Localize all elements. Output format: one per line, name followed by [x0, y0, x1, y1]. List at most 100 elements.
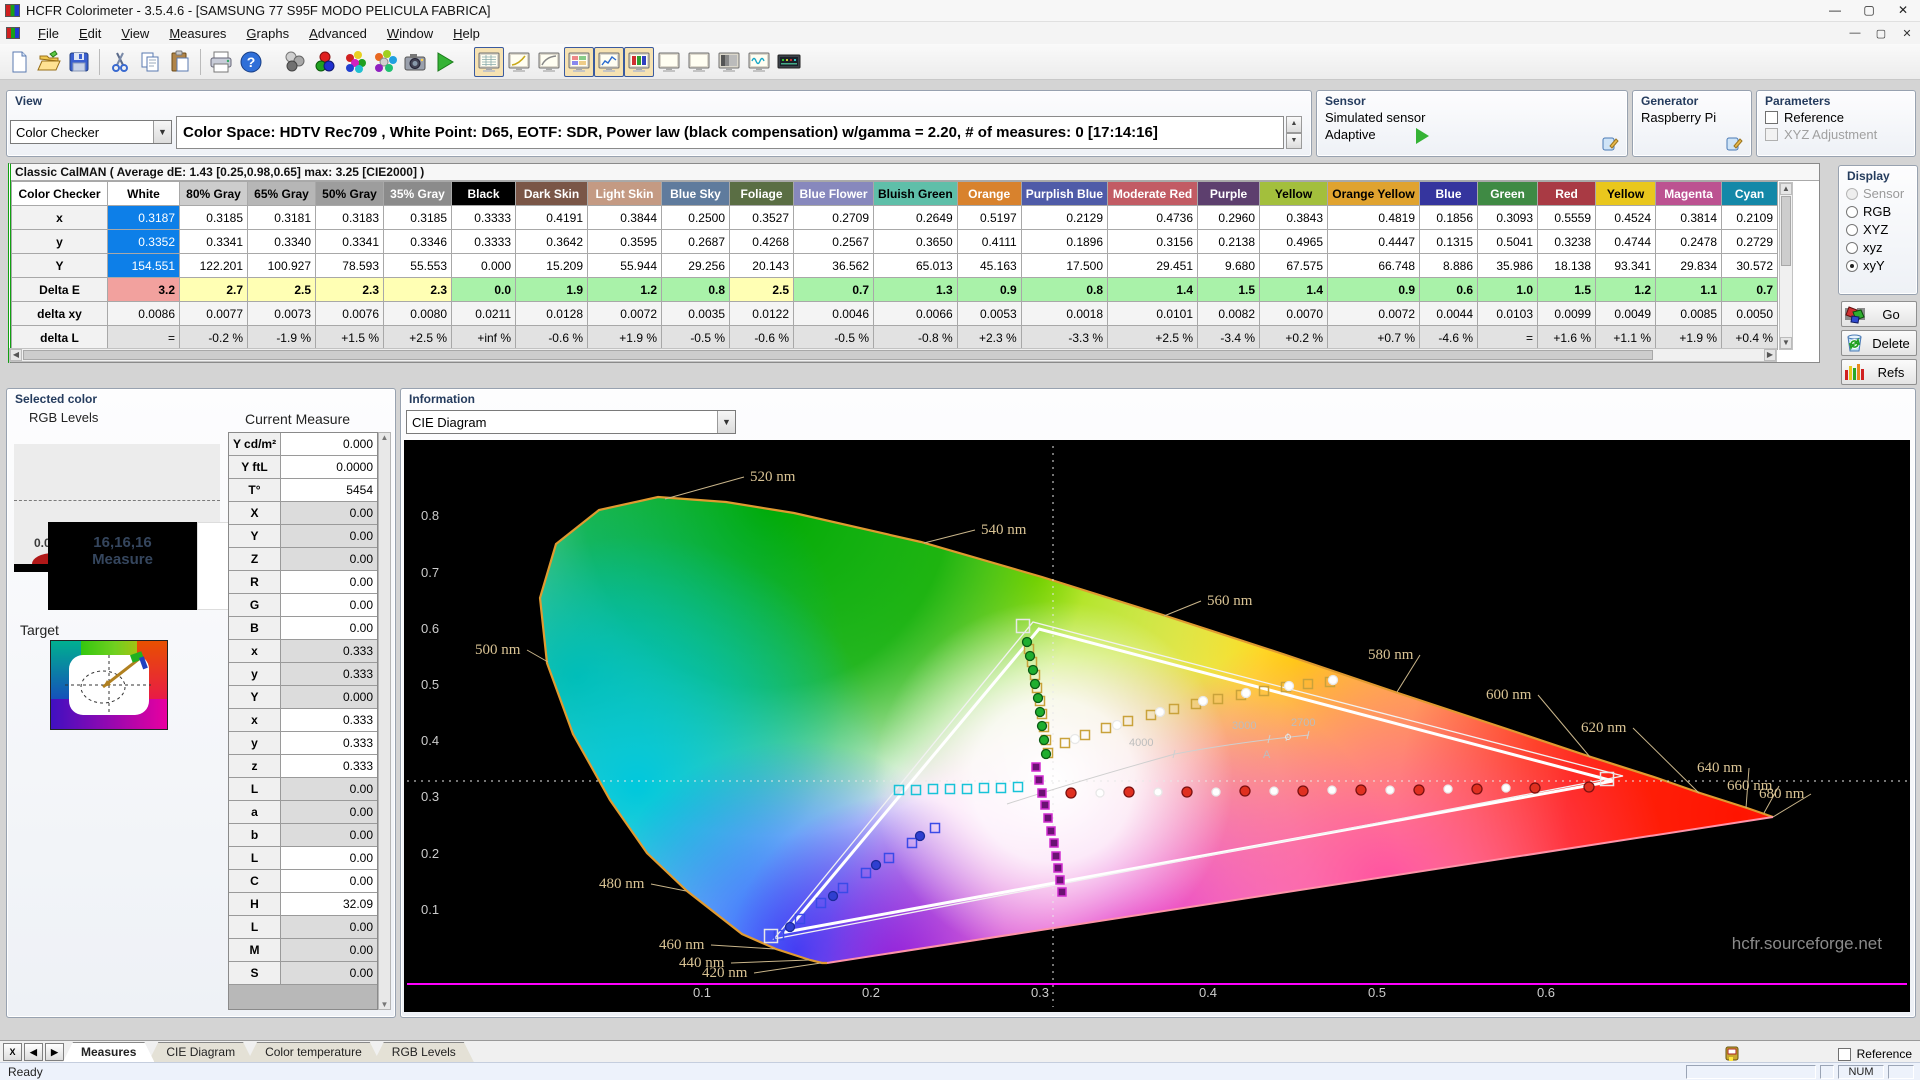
column-header-cyan[interactable]: Cyan: [1722, 182, 1778, 206]
cell-Y-11[interactable]: 65.013: [874, 254, 958, 278]
cell-y-9[interactable]: 0.4268: [730, 230, 794, 254]
column-header-blue-flower[interactable]: Blue Flower: [794, 182, 874, 206]
view-luminance-curve-icon[interactable]: [534, 47, 564, 77]
cell-x-20[interactable]: 0.5559: [1538, 206, 1596, 230]
sensor-config-icon[interactable]: [1602, 136, 1619, 151]
tab-scroll-left[interactable]: ◀: [24, 1043, 43, 1061]
lcd-panel-icon[interactable]: [774, 47, 804, 77]
cell-delta-xy-3[interactable]: 0.0076: [316, 302, 384, 326]
cell-y-10[interactable]: 0.2567: [794, 230, 874, 254]
column-header-green[interactable]: Green: [1478, 182, 1538, 206]
cell-y-8[interactable]: 0.2687: [662, 230, 730, 254]
column-header-50-gray[interactable]: 50% Gray: [316, 182, 384, 206]
column-header-magenta[interactable]: Magenta: [1656, 182, 1722, 206]
measure-table-scrollbar[interactable]: ▲ ▼: [378, 432, 391, 1010]
cell-delta-L-3[interactable]: +1.5 %: [316, 326, 384, 350]
cell-y-3[interactable]: 0.3341: [316, 230, 384, 254]
cell-x-21[interactable]: 0.4524: [1596, 206, 1656, 230]
cell-Y-5[interactable]: 0.000: [452, 254, 516, 278]
cell-delta-xy-2[interactable]: 0.0073: [248, 302, 316, 326]
cell-Delta-E-10[interactable]: 0.7: [794, 278, 874, 302]
cell-delta-L-1[interactable]: -0.2 %: [180, 326, 248, 350]
cell-Delta-E-16[interactable]: 1.4: [1260, 278, 1328, 302]
info-spinner[interactable]: ▲▼: [1286, 116, 1302, 149]
cell-Y-14[interactable]: 29.451: [1108, 254, 1198, 278]
menu-item-graphs[interactable]: Graphs: [236, 24, 299, 43]
cell-x-5[interactable]: 0.3333: [452, 206, 516, 230]
cell-Delta-E-15[interactable]: 1.5: [1198, 278, 1260, 302]
cell-Y-6[interactable]: 15.209: [516, 254, 588, 278]
cell-Delta-E-21[interactable]: 1.2: [1596, 278, 1656, 302]
cell-Delta-E-3[interactable]: 2.3: [316, 278, 384, 302]
cell-Delta-E-17[interactable]: 0.9: [1328, 278, 1420, 302]
cell-Y-16[interactable]: 67.575: [1260, 254, 1328, 278]
cell-delta-xy-15[interactable]: 0.0082: [1198, 302, 1260, 326]
cell-y-13[interactable]: 0.1896: [1021, 230, 1107, 254]
cell-delta-xy-7[interactable]: 0.0072: [588, 302, 662, 326]
cell-delta-xy-1[interactable]: 0.0077: [180, 302, 248, 326]
cell-delta-L-21[interactable]: +1.1 %: [1596, 326, 1656, 350]
cell-delta-xy-12[interactable]: 0.0053: [957, 302, 1021, 326]
maximize-button[interactable]: ▢: [1852, 0, 1886, 21]
cell-Y-21[interactable]: 93.341: [1596, 254, 1656, 278]
view-cie-diagram-icon[interactable]: [624, 47, 654, 77]
cell-Delta-E-19[interactable]: 1.0: [1478, 278, 1538, 302]
column-header-35-gray[interactable]: 35% Gray: [384, 182, 452, 206]
column-header-dark-skin[interactable]: Dark Skin: [516, 182, 588, 206]
tab-rgb-levels[interactable]: RGB Levels: [374, 1042, 474, 1062]
cell-delta-L-9[interactable]: -0.6 %: [730, 326, 794, 350]
cell-Delta-E-22[interactable]: 1.1: [1656, 278, 1722, 302]
column-header-blue[interactable]: Blue: [1420, 182, 1478, 206]
close-button[interactable]: ✕: [1886, 0, 1920, 21]
view-gradient-icon[interactable]: [714, 47, 744, 77]
cell-delta-L-15[interactable]: -3.4 %: [1198, 326, 1260, 350]
cell-Y-22[interactable]: 29.834: [1656, 254, 1722, 278]
document-icon[interactable]: [6, 27, 20, 39]
cell-x-19[interactable]: 0.3093: [1478, 206, 1538, 230]
help-icon[interactable]: ?: [236, 47, 266, 77]
cell-Y-4[interactable]: 55.553: [384, 254, 452, 278]
cell-x-6[interactable]: 0.4191: [516, 206, 588, 230]
menu-item-window[interactable]: Window: [377, 24, 443, 43]
cell-y-15[interactable]: 0.2138: [1198, 230, 1260, 254]
display-radio-xyz[interactable]: xyz: [1846, 240, 1917, 255]
table-vscrollbar[interactable]: ▲ ▼: [1779, 182, 1793, 350]
cell-y-21[interactable]: 0.4744: [1596, 230, 1656, 254]
cell-Delta-E-11[interactable]: 1.3: [874, 278, 958, 302]
generator-config-icon[interactable]: [1726, 136, 1743, 151]
cell-delta-L-5[interactable]: +inf %: [452, 326, 516, 350]
cell-x-3[interactable]: 0.3183: [316, 206, 384, 230]
cell-y-0[interactable]: 0.3352: [108, 230, 180, 254]
cell-Y-2[interactable]: 100.927: [248, 254, 316, 278]
cell-delta-xy-11[interactable]: 0.0066: [874, 302, 958, 326]
cell-delta-xy-22[interactable]: 0.0085: [1656, 302, 1722, 326]
rgb-sensors-icon[interactable]: [310, 47, 340, 77]
view-histogram-icon[interactable]: [594, 47, 624, 77]
reference-checkbox[interactable]: Reference: [1757, 108, 1915, 125]
camera-icon[interactable]: [400, 47, 430, 77]
display-radio-xyz[interactable]: XYZ: [1846, 222, 1917, 237]
cell-Y-8[interactable]: 29.256: [662, 254, 730, 278]
print-icon[interactable]: [206, 47, 236, 77]
cell-x-4[interactable]: 0.3185: [384, 206, 452, 230]
cell-x-22[interactable]: 0.3814: [1656, 206, 1722, 230]
cell-x-13[interactable]: 0.2129: [1021, 206, 1107, 230]
view-monitor-2-icon[interactable]: [684, 47, 714, 77]
cell-x-15[interactable]: 0.2960: [1198, 206, 1260, 230]
menu-item-measures[interactable]: Measures: [159, 24, 236, 43]
cell-y-23[interactable]: 0.2729: [1722, 230, 1778, 254]
column-header-red[interactable]: Red: [1538, 182, 1596, 206]
cell-x-8[interactable]: 0.2500: [662, 206, 730, 230]
cell-Delta-E-8[interactable]: 0.8: [662, 278, 730, 302]
cell-y-17[interactable]: 0.4447: [1328, 230, 1420, 254]
tab-cie-diagram[interactable]: CIE Diagram: [148, 1042, 253, 1062]
cell-Y-7[interactable]: 55.944: [588, 254, 662, 278]
cell-y-16[interactable]: 0.4965: [1260, 230, 1328, 254]
cell-y-12[interactable]: 0.4111: [957, 230, 1021, 254]
cell-delta-xy-13[interactable]: 0.0018: [1021, 302, 1107, 326]
chevron-down-icon[interactable]: ▼: [153, 121, 171, 143]
view-gamma-curve-icon[interactable]: [504, 47, 534, 77]
cut-icon[interactable]: [105, 47, 135, 77]
column-header-orange-yellow[interactable]: Orange Yellow: [1328, 182, 1420, 206]
cell-delta-xy-16[interactable]: 0.0070: [1260, 302, 1328, 326]
